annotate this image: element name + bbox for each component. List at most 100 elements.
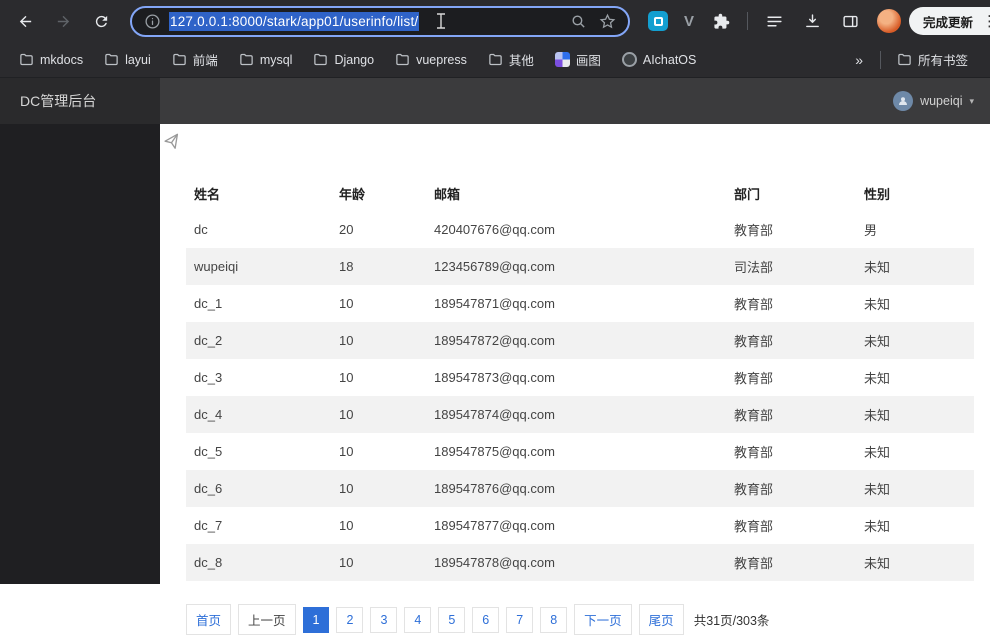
pagination-next[interactable]: 下一页 [574, 604, 632, 635]
bookmark-item[interactable]: mysql [230, 48, 302, 71]
app-brand[interactable]: DC管理后台 [0, 78, 160, 124]
reload-button[interactable] [86, 6, 116, 36]
url-text[interactable]: 127.0.0.1:8000/stark/app01/userinfo/list… [169, 11, 420, 31]
column-header: 年龄 [339, 187, 366, 202]
table-cell: dc_2 [194, 333, 223, 348]
bookmark-item[interactable]: Django [304, 48, 383, 71]
bookmark-item[interactable]: 其他 [479, 46, 543, 73]
address-bar[interactable]: 127.0.0.1:8000/stark/app01/userinfo/list… [130, 5, 630, 37]
pagination-first[interactable]: 首页 [186, 604, 232, 635]
send-icon[interactable] [163, 133, 182, 152]
tab-list-icon [766, 16, 782, 26]
folder-icon [172, 52, 187, 67]
tab-list-button[interactable] [759, 6, 789, 36]
pagination-page-2[interactable]: 2 [336, 606, 364, 633]
folder-icon [395, 52, 410, 67]
table-cell: 未知 [864, 408, 891, 423]
user-table: 姓名 年龄 邮箱 部门 性别 dc 20 420407676@qq.com 教育部 男 wupei… [186, 176, 974, 581]
bookmark-label: 其他 [508, 54, 534, 68]
table-cell: 教育部 [734, 297, 774, 312]
chrome-update-button[interactable]: 完成更新 ⋮ [909, 7, 990, 35]
site-info-icon[interactable] [144, 13, 161, 30]
pagination-page-1[interactable]: 1 [302, 606, 330, 633]
folder-icon [19, 52, 34, 67]
forward-button[interactable] [48, 6, 78, 36]
column-header: 性别 [864, 187, 891, 202]
pagination-prev[interactable]: 上一页 [238, 604, 296, 635]
caret-down-icon: ▾ [969, 95, 974, 106]
extension-v-icon[interactable]: V [684, 13, 694, 30]
pagination-page-4[interactable]: 4 [404, 606, 432, 633]
pagination: 首页 上一页 1 2 3 4 5 6 7 8 下一页 尾页 共31页/303条 [186, 604, 990, 635]
table-row: dc_2 10 189547872@qq.com 教育部 未知 [186, 322, 974, 359]
table-row: wupeiqi 18 123456789@qq.com 司法部 未知 [186, 248, 974, 285]
bookmark-item[interactable]: layui [95, 48, 160, 71]
table-cell: 189547877@qq.com [434, 518, 555, 533]
bookmark-item[interactable]: mkdocs [10, 48, 92, 71]
browser-chrome: 127.0.0.1:8000/stark/app01/userinfo/list… [0, 0, 990, 78]
text-cursor-icon [435, 13, 447, 29]
table-cell: 教育部 [734, 482, 774, 497]
table-cell: 189547875@qq.com [434, 444, 555, 459]
kebab-menu-icon[interactable]: ⋮ [982, 12, 990, 30]
all-bookmarks-button[interactable]: 所有书签 [888, 46, 977, 73]
bookmark-label: AIchatOS [642, 52, 697, 67]
table-row: dc_1 10 189547871@qq.com 教育部 未知 [186, 285, 974, 322]
table-cell: 10 [339, 370, 354, 385]
pagination-page-3[interactable]: 3 [370, 606, 398, 633]
table-cell: 司法部 [734, 260, 774, 275]
web-page: DC管理后台 wupeiqi ▾ 姓名 年龄 邮箱 部门 性别 dc 20 42040767… [0, 78, 990, 635]
pagination-page-6[interactable]: 6 [472, 606, 500, 633]
table-row: dc_8 10 189547878@qq.com 教育部 未知 [186, 544, 974, 581]
table-cell: 未知 [864, 334, 891, 349]
app-header: DC管理后台 wupeiqi ▾ [0, 78, 990, 124]
extensions-button[interactable] [706, 6, 736, 36]
pagination-page-7[interactable]: 7 [506, 606, 534, 633]
table-cell: 189547876@qq.com [434, 481, 555, 496]
table-cell: 10 [339, 296, 354, 311]
table-cell: 未知 [864, 297, 891, 312]
column-header: 部门 [734, 187, 761, 202]
table-cell: dc_7 [194, 518, 223, 533]
extensions-puzzle-icon [713, 13, 729, 29]
table-cell: dc_6 [194, 481, 223, 496]
bookmarks-list: mkdocs layui 前端 mysql Django vuepress 其他 画图 AIch… [10, 46, 708, 73]
toolbar-divider [747, 12, 749, 30]
profile-avatar[interactable] [877, 9, 902, 33]
bookmark-star-icon[interactable] [599, 13, 616, 30]
table-row: dc_4 10 189547874@qq.com 教育部 未知 [186, 396, 974, 433]
table-cell: 教育部 [734, 223, 774, 238]
bookmark-item[interactable]: 画图 [546, 46, 610, 73]
pagination-page-5[interactable]: 5 [438, 606, 466, 633]
table-cell: dc [194, 222, 208, 237]
bookmark-item[interactable]: 前端 [163, 46, 227, 73]
table-cell: 123456789@qq.com [434, 259, 555, 274]
table-cell: 10 [339, 333, 354, 348]
table-row: dc_5 10 189547875@qq.com 教育部 未知 [186, 433, 974, 470]
table-cell: 20 [339, 222, 354, 237]
chrome-update-label: 完成更新 [923, 15, 974, 30]
pagination-page-8[interactable]: 8 [540, 606, 568, 633]
bookmark-item[interactable]: vuepress [386, 48, 476, 71]
user-avatar-icon [893, 91, 914, 111]
column-header: 姓名 [194, 187, 221, 202]
search-icon[interactable] [570, 13, 587, 30]
extension-teal-icon[interactable] [648, 11, 668, 31]
side-panel-button[interactable] [835, 6, 865, 36]
table-row: dc 20 420407676@qq.com 教育部 男 [186, 211, 974, 248]
bookmark-label: 前端 [192, 54, 218, 68]
back-button[interactable] [10, 6, 40, 36]
pagination-last[interactable]: 尾页 [638, 604, 684, 635]
user-menu[interactable]: wupeiqi ▾ [893, 91, 990, 111]
table-cell: 420407676@qq.com [434, 222, 555, 237]
table-cell: 10 [339, 518, 354, 533]
drawing-app-icon [554, 52, 570, 67]
table-cell: 10 [339, 444, 354, 459]
bookmark-item[interactable]: AIchatOS [613, 48, 706, 71]
folder-icon [104, 52, 119, 67]
folder-icon [488, 52, 503, 67]
bookmark-label: mysql [259, 52, 293, 67]
bookmarks-overflow-chevron[interactable]: » [845, 52, 873, 68]
downloads-button[interactable] [797, 6, 827, 36]
table-cell: 18 [339, 259, 354, 274]
